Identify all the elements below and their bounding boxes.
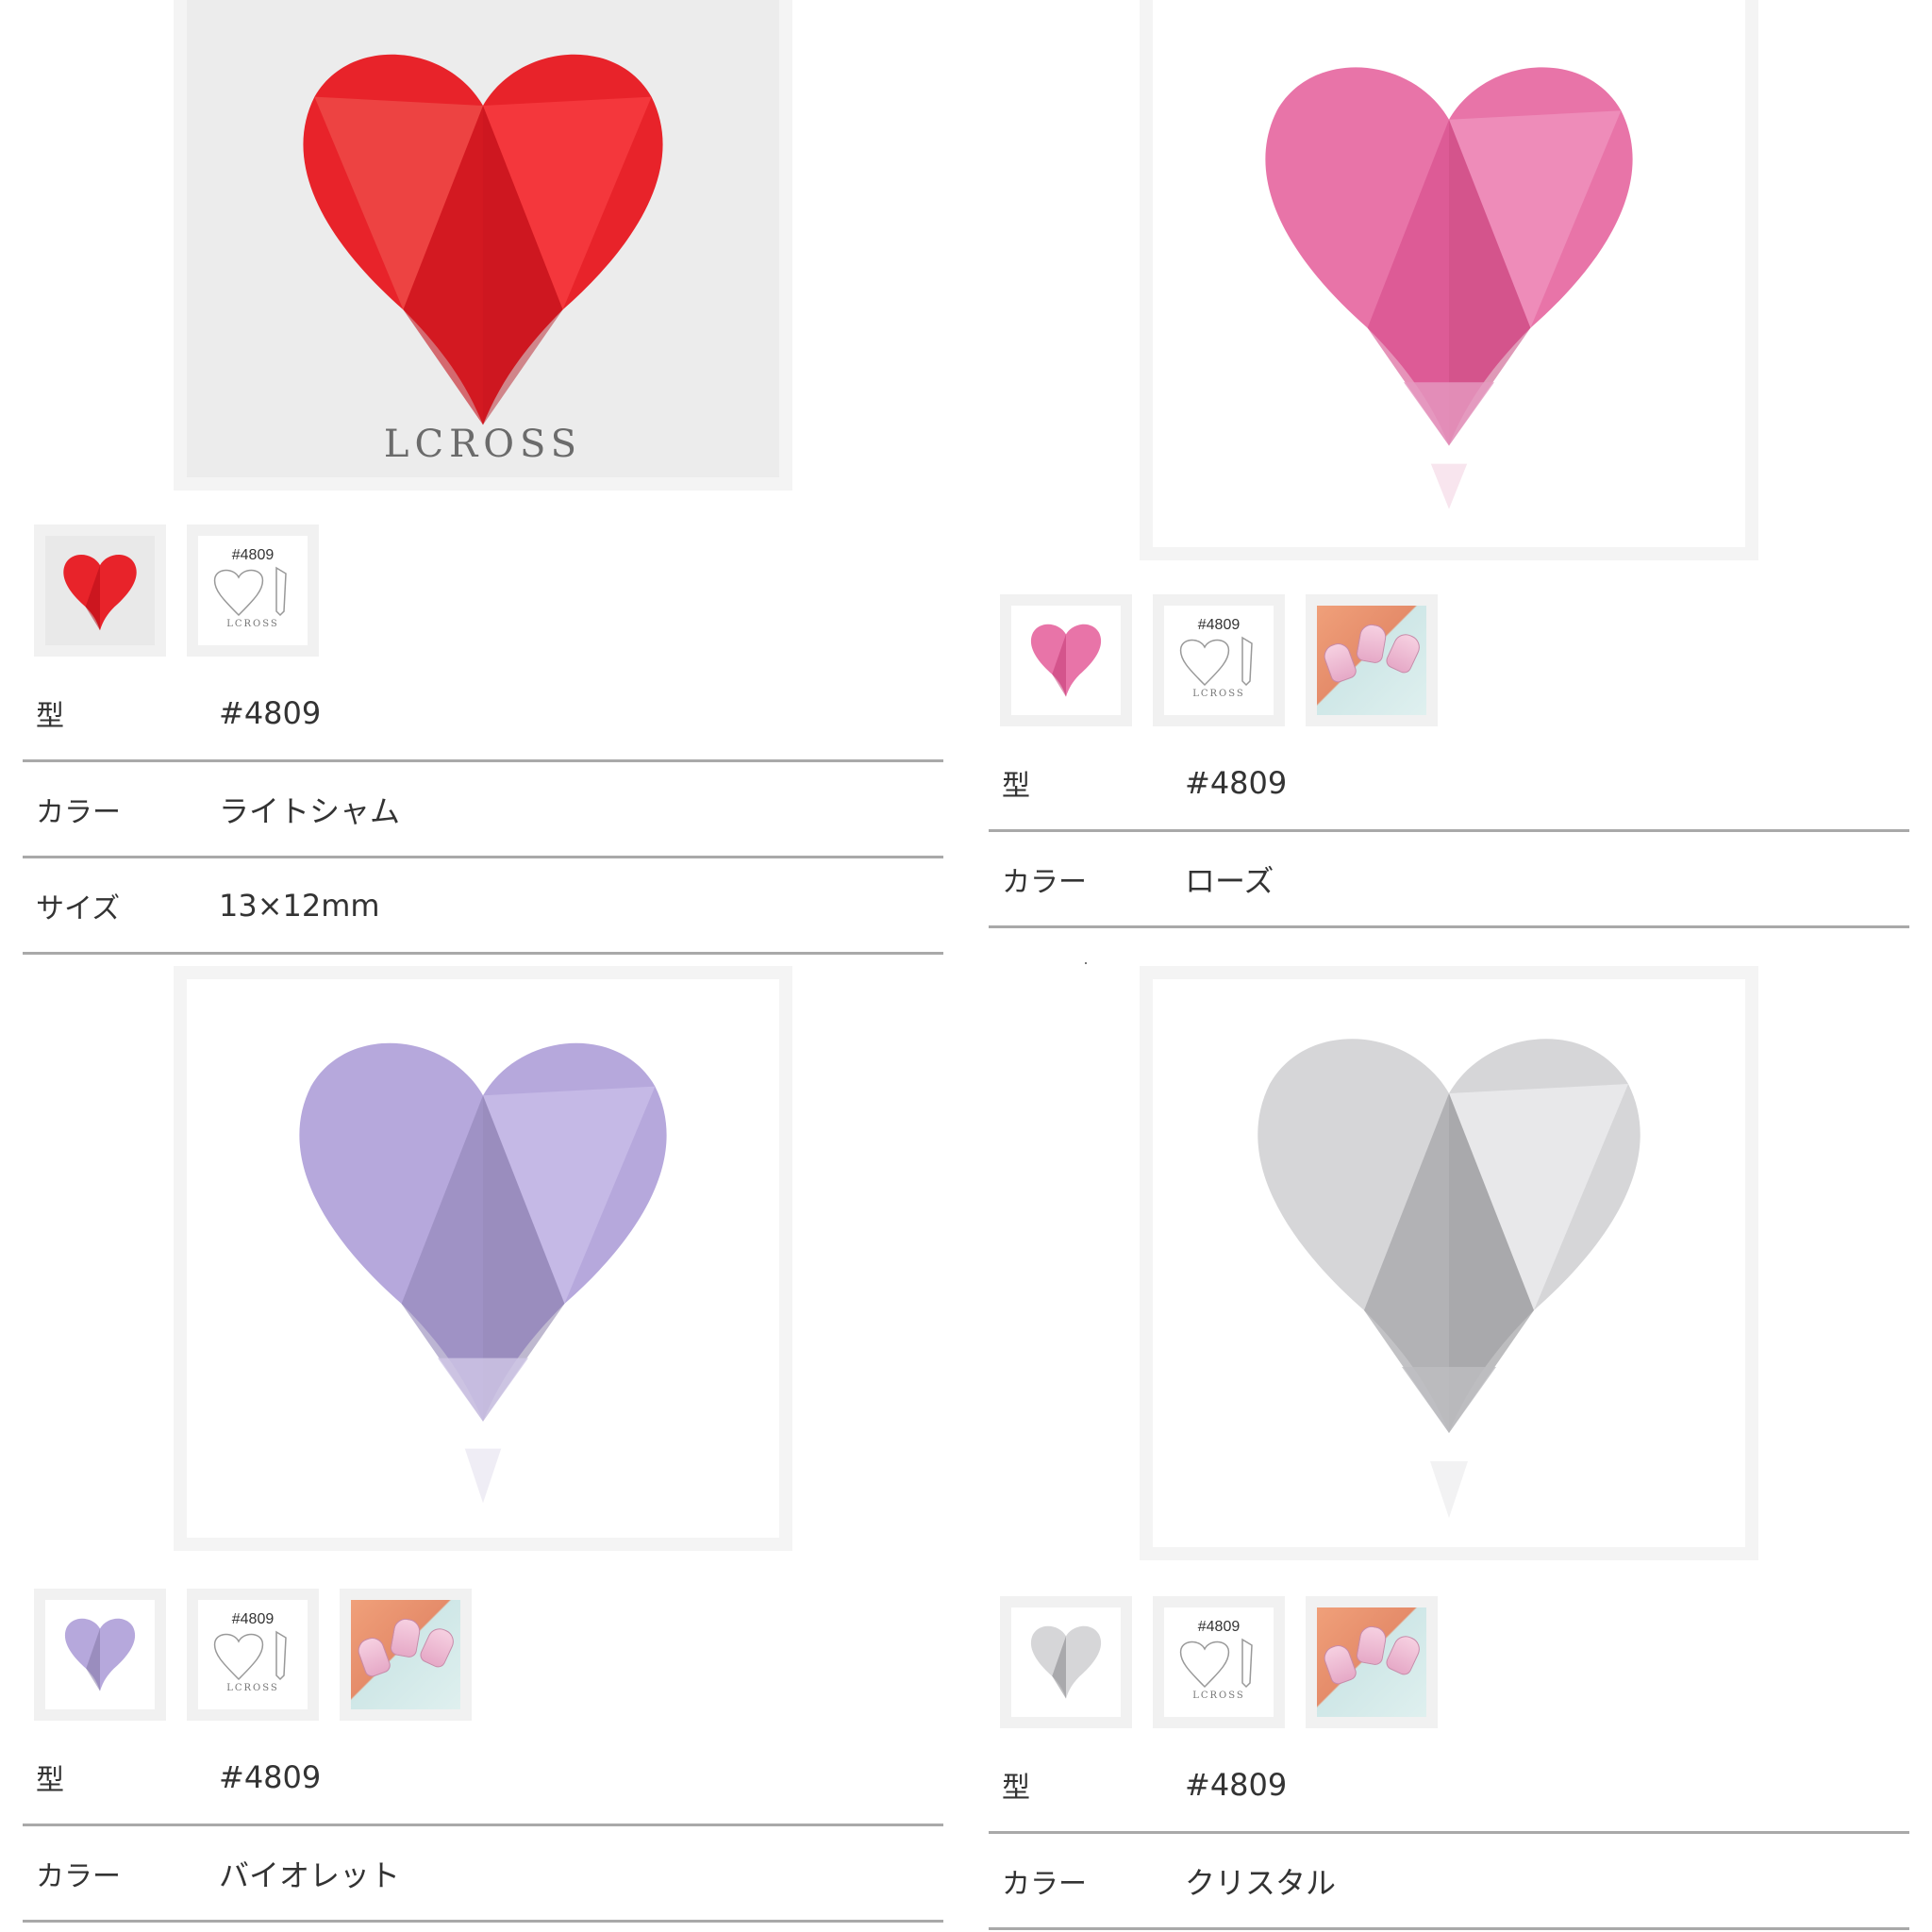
heart-outline-diagram — [1179, 636, 1253, 686]
spec-value: #4809 — [219, 1758, 322, 1795]
heart-outline-diagram — [1179, 1638, 1253, 1688]
thumbnail-diagram[interactable]: #4809 LCROSS — [187, 1589, 319, 1721]
heart-crystal-thumb — [1030, 1625, 1102, 1699]
spec-label: カラー — [36, 795, 121, 829]
thumbnail-brand-text: LCROSS — [1192, 1690, 1245, 1701]
thumbnail-brand-text: LCROSS — [226, 618, 279, 629]
spec-row-size: サイズ 13×12mm — [23, 858, 943, 955]
thumbnail-brand-text: LCROSS — [226, 1682, 279, 1693]
thumbnail-strip-violet: #4809 LCROSS — [34, 1589, 472, 1721]
spec-row-color: カラー ライトシャム — [23, 762, 943, 858]
thumbnail-nail-photo[interactable] — [1306, 1596, 1438, 1728]
spec-row-color: カラー クリスタル — [989, 1834, 1909, 1930]
spec-value: #4809 — [219, 694, 322, 731]
thumbnail-violet-heart[interactable] — [34, 1589, 166, 1721]
thumbnail-nail-photo[interactable] — [1306, 594, 1438, 726]
spec-value: 13×12mm — [219, 887, 380, 924]
thumbnail-strip-red: #4809 LCROSS — [34, 525, 319, 657]
spec-row-model: 型 #4809 — [989, 736, 1909, 832]
spec-value: #4809 — [1185, 1766, 1288, 1803]
spec-label: 型 — [1002, 769, 1030, 803]
spec-value: クリスタル — [1185, 1864, 1337, 1901]
spec-label: 型 — [36, 1763, 64, 1797]
thumbnail-strip-crystal: #4809 LCROSS — [1000, 1596, 1438, 1728]
nail-shape — [1355, 622, 1389, 665]
watermark-text: LCROSS — [383, 423, 583, 466]
thumbnail-nail-photo[interactable] — [340, 1589, 472, 1721]
nail-shape — [389, 1616, 423, 1659]
thumbnail-crystal-heart[interactable] — [1000, 1596, 1132, 1728]
nail-shape — [1321, 640, 1358, 685]
nail-shape — [1355, 1624, 1389, 1667]
spec-table-rose: 型 #4809 カラー ローズ — [989, 736, 1909, 928]
heart-rose-thumb — [1030, 624, 1102, 697]
nail-shape — [1321, 1641, 1358, 1687]
thumbnail-diagram[interactable]: #4809 LCROSS — [1153, 594, 1285, 726]
spec-label: カラー — [1002, 1867, 1087, 1901]
spec-row-color: カラー バイオレット — [23, 1826, 943, 1923]
thumbnail-rose-heart[interactable] — [1000, 594, 1132, 726]
spec-label: 型 — [36, 699, 64, 733]
thumbnail-model-text: #4809 — [1197, 1618, 1241, 1635]
spec-value: バイオレット — [219, 1857, 401, 1893]
thumbnail-diagram[interactable]: #4809 LCROSS — [187, 525, 319, 657]
thumbnail-model-text: #4809 — [1197, 616, 1241, 633]
thumbnail-strip-rose: #4809 LCROSS — [1000, 594, 1438, 726]
thumbnail-model-text: #4809 — [231, 546, 275, 563]
product-image-violet[interactable] — [174, 966, 792, 1551]
heart-red-image — [303, 54, 663, 425]
heart-red-thumb — [63, 555, 137, 631]
thumbnail-brand-text: LCROSS — [1192, 688, 1245, 699]
thumbnail-red-heart[interactable] — [34, 525, 166, 657]
spec-row-model: 型 #4809 — [23, 1730, 943, 1826]
spec-row-model: 型 #4809 — [989, 1738, 1909, 1834]
spec-label: カラー — [1002, 865, 1087, 899]
nail-shape — [355, 1634, 392, 1679]
spec-label: 型 — [1002, 1771, 1030, 1805]
divider-dot — [1085, 962, 1087, 964]
product-image-crystal[interactable] — [1140, 966, 1758, 1560]
nail-shape — [1383, 1631, 1424, 1678]
nail-shape — [1383, 629, 1424, 676]
spec-row-color: カラー ローズ — [989, 832, 1909, 928]
spec-label: カラー — [36, 1859, 121, 1893]
heart-outline-diagram — [213, 1630, 287, 1680]
spec-table-crystal: 型 #4809 カラー クリスタル — [989, 1738, 1909, 1930]
heart-violet-thumb — [64, 1618, 136, 1691]
spec-value: #4809 — [1185, 764, 1288, 801]
thumbnail-model-text: #4809 — [231, 1610, 275, 1627]
heart-outline-diagram — [213, 566, 287, 616]
heart-crystal-image — [1257, 1039, 1641, 1518]
product-image-red[interactable]: LCROSS — [174, 0, 792, 491]
heart-violet-image — [299, 1042, 667, 1504]
spec-table-red: 型 #4809 カラー ライトシャム サイズ 13×12mm — [23, 666, 943, 955]
nail-shape — [417, 1624, 458, 1671]
thumbnail-diagram[interactable]: #4809 LCROSS — [1153, 1596, 1285, 1728]
spec-label: サイズ — [36, 891, 121, 925]
spec-row-model: 型 #4809 — [23, 666, 943, 762]
spec-value: ローズ — [1185, 862, 1274, 899]
spec-value: ライトシャム — [219, 792, 401, 829]
spec-table-violet: 型 #4809 カラー バイオレット — [23, 1730, 943, 1923]
heart-rose-image — [1265, 67, 1633, 509]
product-image-rose[interactable] — [1140, 0, 1758, 560]
